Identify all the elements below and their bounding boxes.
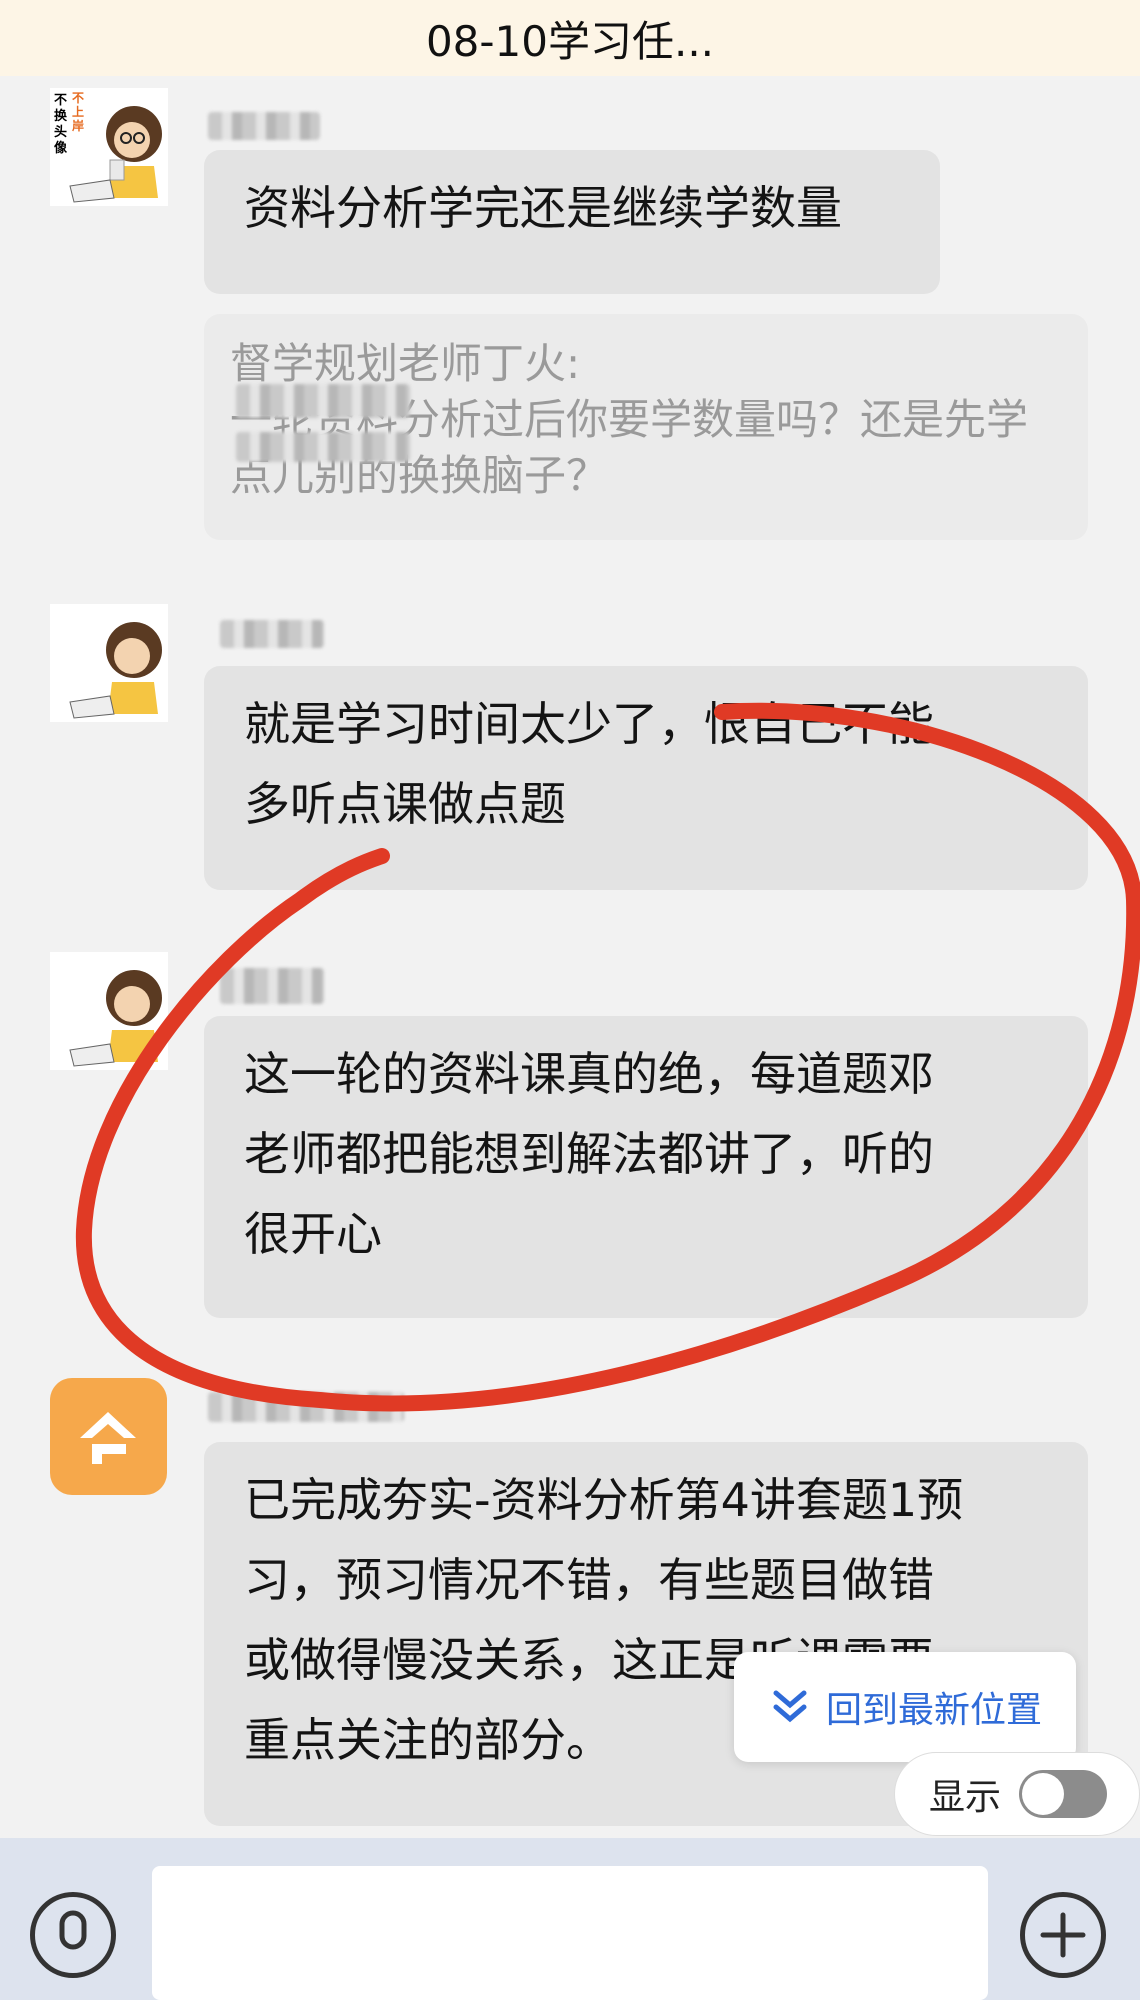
message-input[interactable] xyxy=(152,1866,988,2000)
back-to-latest-button[interactable]: 回到最新位置 xyxy=(734,1652,1076,1762)
display-toggle-container: 显示 xyxy=(894,1752,1140,1836)
chat-title: 08-10学习任... xyxy=(425,16,715,66)
plus-icon xyxy=(1040,1912,1086,1958)
voice-input-button[interactable] xyxy=(30,1892,116,1978)
quote-redaction xyxy=(236,432,410,462)
user-avatar[interactable] xyxy=(50,604,168,722)
quoted-message[interactable]: 督学规划老师丁火: 一轮资料分析过后你要学数量吗？还是先学点儿别的换换脑子？ xyxy=(204,314,1088,540)
sender-name-redacted xyxy=(220,620,324,648)
message-bubble[interactable]: 资料分析学完还是继续学数量 xyxy=(204,150,940,294)
svg-text:上: 上 xyxy=(72,104,84,119)
svg-text:换: 换 xyxy=(54,108,68,124)
user-avatar[interactable]: 不 换 头 像 不 上 岸 xyxy=(50,88,168,206)
display-toggle-switch[interactable] xyxy=(1019,1770,1108,1818)
app-logo-icon xyxy=(80,1412,136,1464)
svg-text:像: 像 xyxy=(54,140,68,156)
sender-name-redacted xyxy=(220,968,324,1004)
svg-text:不: 不 xyxy=(72,91,84,105)
sender-name-redacted xyxy=(208,112,320,140)
message-bubble[interactable]: 这一轮的资料课真的绝，每道题邓 老师都把能想到解法都讲了，听的 很开心 xyxy=(204,1016,1088,1318)
quote-redaction xyxy=(236,384,410,418)
user-avatar[interactable] xyxy=(50,952,168,1070)
back-to-latest-label: 回到最新位置 xyxy=(825,1690,1042,1731)
display-toggle-label: 显示 xyxy=(929,1777,1002,1818)
svg-text:头: 头 xyxy=(54,124,67,140)
double-chevron-down-icon xyxy=(773,1690,807,1723)
sender-name-redacted xyxy=(208,1392,404,1422)
app-bot-avatar[interactable] xyxy=(50,1378,167,1495)
more-actions-button[interactable] xyxy=(1020,1892,1106,1978)
chat-title-bar: 08-10学习任... xyxy=(0,0,1140,76)
message-bubble[interactable]: 就是学习时间太少了，恨自己不能 多听点课做点题 xyxy=(204,666,1088,890)
svg-text:不: 不 xyxy=(54,93,67,108)
svg-text:岸: 岸 xyxy=(72,118,84,133)
microphone-icon xyxy=(59,1910,87,1950)
